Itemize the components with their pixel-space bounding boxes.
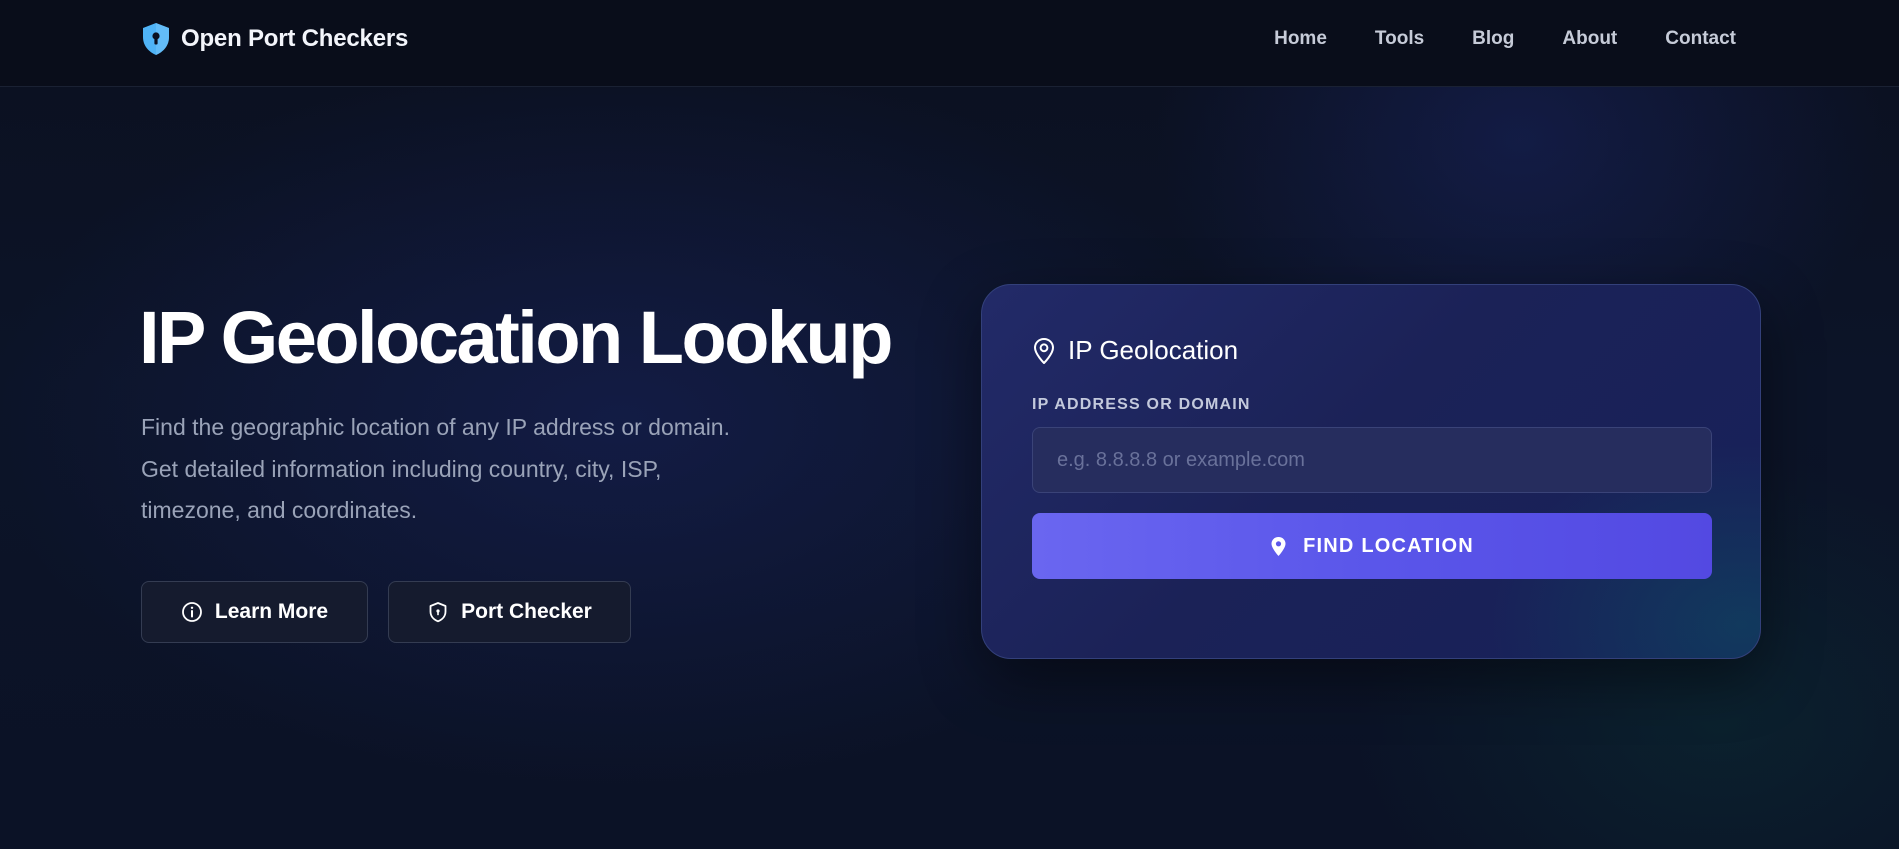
- ip-field-label: IP ADDRESS OR DOMAIN: [1032, 396, 1251, 413]
- hero-actions: Learn More Port Checker: [141, 581, 631, 643]
- port-checker-button[interactable]: Port Checker: [388, 581, 631, 643]
- shield-icon: [429, 602, 447, 623]
- info-circle-icon: [181, 602, 202, 622]
- port-checker-label: Port Checker: [461, 600, 592, 623]
- nav-home-link[interactable]: Home: [1274, 28, 1327, 50]
- brand-logo[interactable]: Open Port Checkers: [141, 22, 408, 56]
- ip-address-input[interactable]: [1032, 427, 1712, 493]
- brand-name: Open Port Checkers: [181, 25, 409, 52]
- hero-description-line-3: timezone, and coordinates.: [141, 497, 418, 523]
- nav-blog-link[interactable]: Blog: [1472, 28, 1514, 50]
- nav-contact-link[interactable]: Contact: [1665, 28, 1736, 50]
- hero-description-line-2: Get detailed information including count…: [141, 455, 662, 482]
- learn-more-button[interactable]: Learn More: [141, 581, 368, 643]
- top-navbar: Open Port Checkers Home Tools Blog About…: [0, 0, 1899, 87]
- hero-description-line-1: Find the geographic location of any IP a…: [141, 414, 730, 440]
- hero-description: Find the geographic location of any IP a…: [141, 407, 791, 532]
- hero-title: IP Geolocation Lookup: [139, 296, 893, 379]
- card-title: IP Geolocation: [1068, 335, 1239, 365]
- map-pin-icon: [1271, 536, 1286, 556]
- learn-more-label: Learn More: [214, 600, 329, 623]
- card-header: IP Geolocation: [1032, 335, 1238, 366]
- nav-tools-link[interactable]: Tools: [1375, 28, 1424, 50]
- nav-about-link[interactable]: About: [1562, 28, 1617, 50]
- find-location-label: FIND LOCATION: [1303, 534, 1474, 557]
- main-nav: Home Tools Blog About Contact: [1274, 28, 1736, 50]
- map-pin-outline-icon: [1034, 337, 1054, 364]
- geolocation-card: IP Geolocation IP ADDRESS OR DOMAIN FIND…: [981, 284, 1761, 659]
- shield-keyhole-icon: [143, 23, 169, 55]
- find-location-button[interactable]: FIND LOCATION: [1032, 513, 1712, 579]
